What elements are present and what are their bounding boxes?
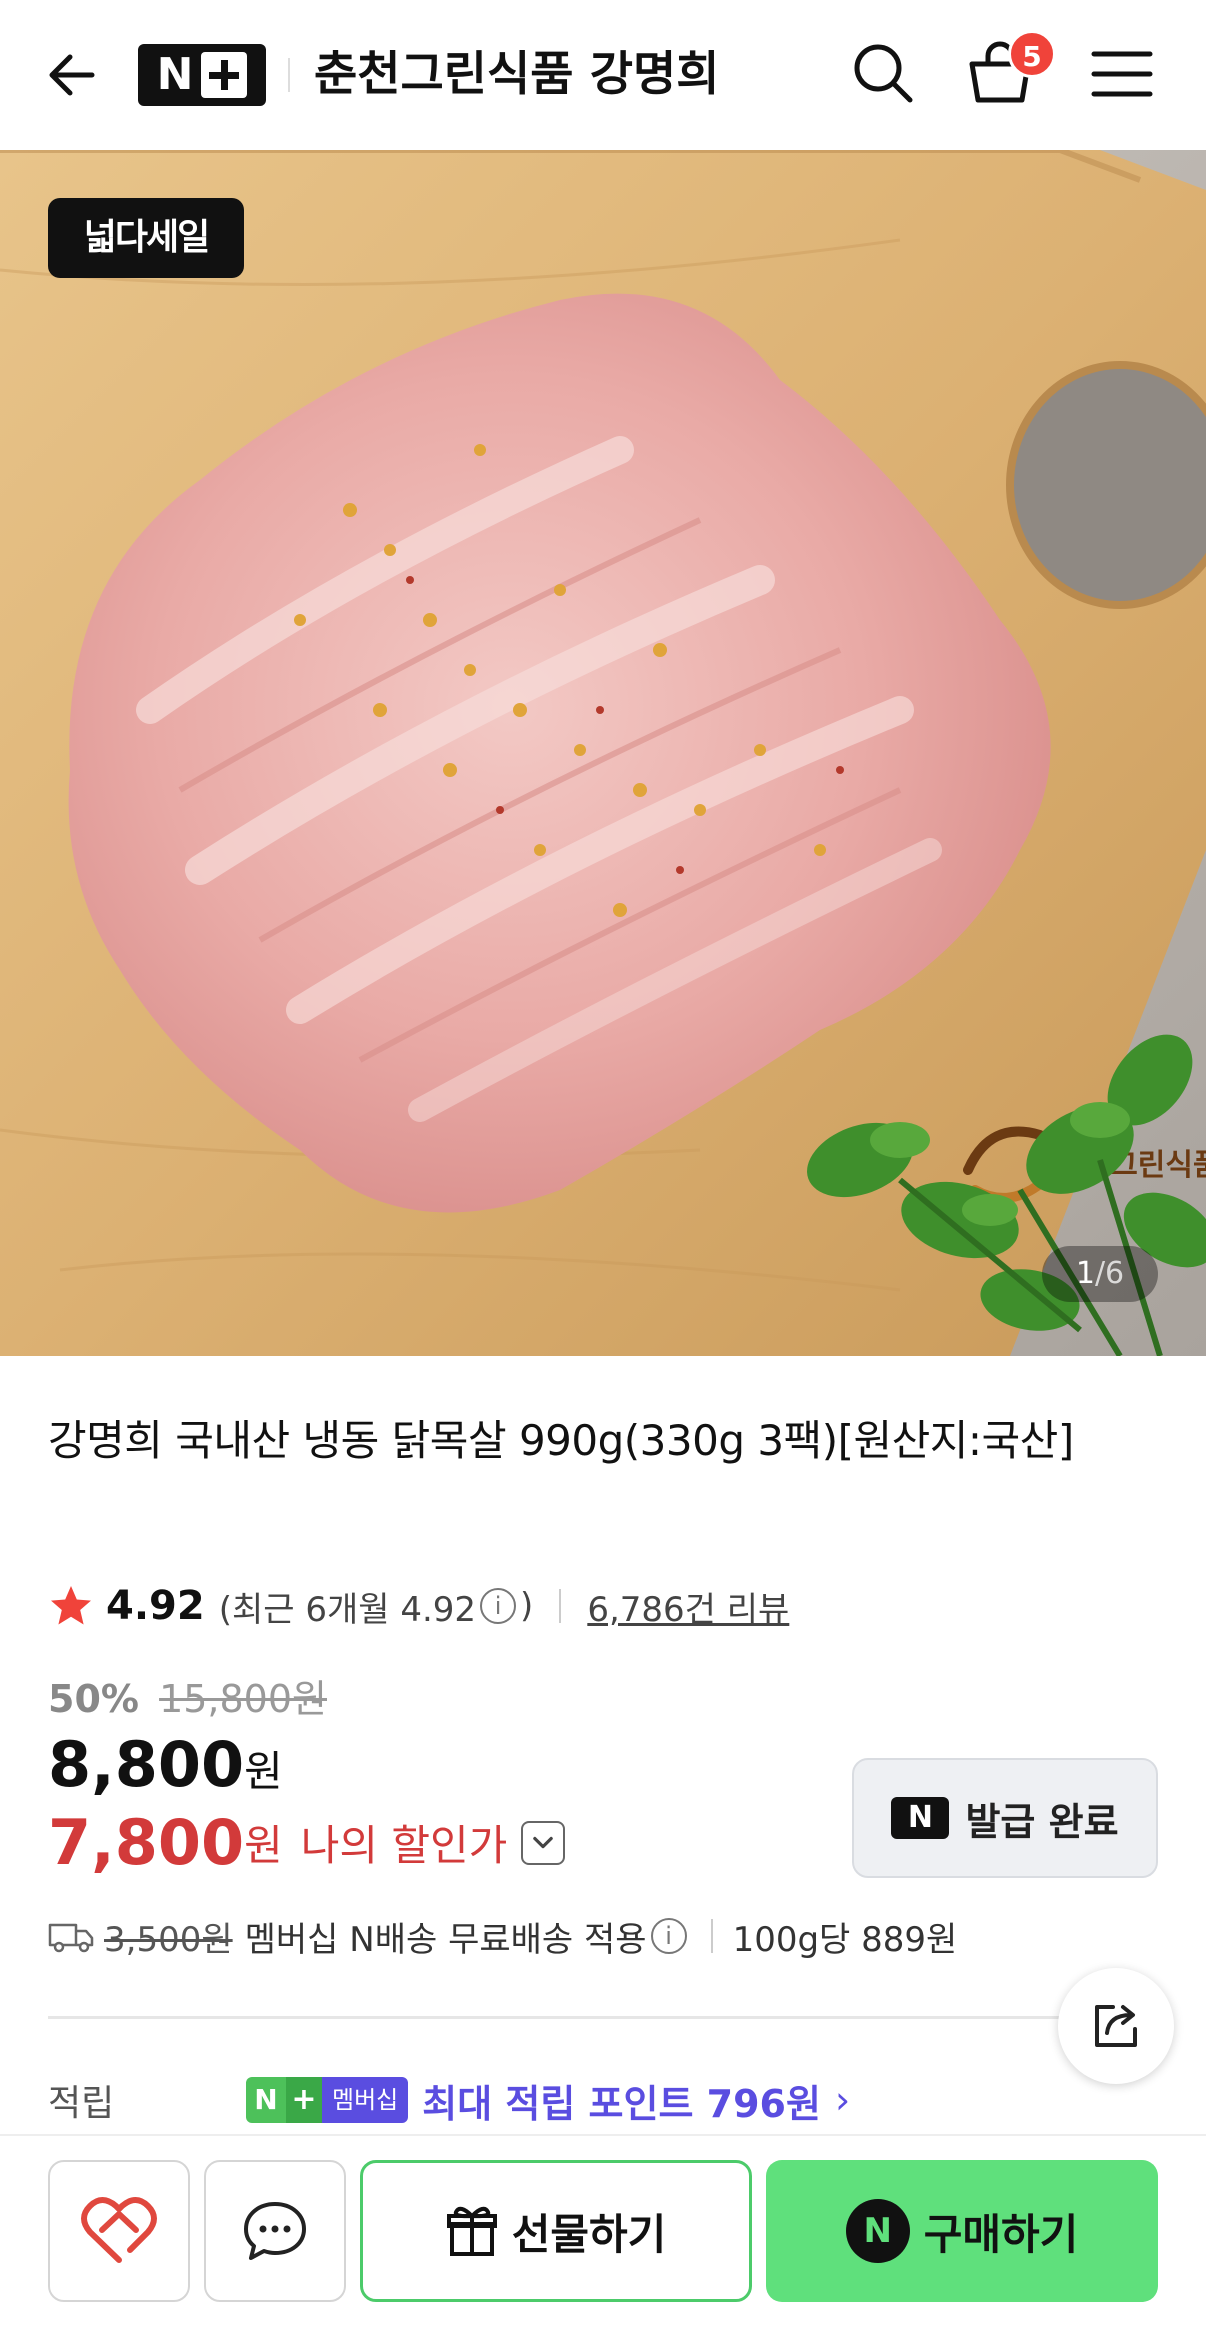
coupon-issued-button[interactable]: N 발급 완료 [852,1758,1158,1878]
shipping-row: 3,500원 멤버십 N배송 무료배송 적용 i 100g당 889원 [48,1908,957,1964]
sale-badge: 넓다세일 [48,198,244,278]
product-photo: 춘천그린식품 [0,150,1206,1356]
hamburger-menu-icon[interactable] [1090,44,1154,104]
sale-price-unit: 원 [244,1747,283,1796]
membership-n: N [246,2077,286,2123]
gift-label: 선물하기 [511,2209,667,2259]
buy-label: 구매하기 [923,2209,1079,2259]
gift-button[interactable]: 선물하기 [360,2160,752,2302]
product-image[interactable]: 춘천그린식품 [0,150,1206,1356]
separator [710,1919,713,1953]
cart-count-badge: 5 [1008,30,1056,78]
rating-recent: (최근 6개월 4.92 i ) [219,1582,534,1631]
review-count-link[interactable]: 6,786건 리뷰 [587,1582,789,1631]
discount-row: 50% 15,800원 [48,1668,327,1723]
chat-bubble-icon [244,2202,306,2260]
header-divider [288,58,290,92]
my-price-row: 7,800 원 나의 할인가 [48,1806,566,1879]
pager-total: /6 [1094,1256,1125,1291]
info-icon[interactable]: i [650,1918,687,1954]
points-label: 적립 [48,2083,115,2124]
price-row: 8,800원 [48,1728,283,1801]
store-name[interactable]: 춘천그린식품 강명희 [314,40,720,110]
buy-button[interactable]: N 구매하기 [766,2160,1158,2302]
coupon-label: 발급 완료 [965,1799,1119,1844]
rating-recent-text: (최근 6개월 4.92 [218,1589,477,1630]
membership-plus: + [286,2077,322,2123]
shipping-original-fee: 3,500원 [104,1919,233,1960]
divider [48,2016,1158,2019]
logo-plus-icon [201,52,248,98]
heart-icon [81,2197,157,2263]
membership-badge: N + 멤버십 [246,2077,409,2123]
truck-icon [48,1923,94,1953]
top-header: N 춘천그린식품 강명희 5 [0,0,1206,150]
naver-n-icon: N [891,1797,950,1839]
my-price: 7,800 [48,1806,245,1879]
star-icon [51,1586,91,1625]
sale-price: 8,800 [48,1728,245,1801]
rating-value: 4.92 [106,1583,205,1629]
product-title: 강명희 국내산 냉동 닭목살 990g(330g 3팩)[원산지:국산] [48,1416,1074,1465]
points-row[interactable]: 적립 N + 멤버십 최대 적립 포인트 796원 › [48,2068,850,2132]
unit-price: 100g당 889원 [732,1919,958,1960]
chevron-right-icon: › [834,2078,851,2122]
logo-n: N [156,49,194,100]
original-price: 15,800원 [159,1677,327,1721]
discount-percent: 50% [48,1677,139,1721]
share-button[interactable] [1058,1968,1174,2084]
rating-row: 4.92 (최근 6개월 4.92 i ) 6,786건 리뷰 [48,1576,789,1636]
my-price-unit: 원 [244,1821,283,1870]
shipping-note: 멤버십 N배송 무료배송 적용 [244,1919,647,1960]
max-points-text: 최대 적립 포인트 796원 [422,2081,821,2126]
search-icon[interactable] [848,38,918,108]
gift-icon [446,2206,497,2256]
my-price-label: 나의 할인가 [300,1821,508,1870]
arrow-left-icon[interactable] [40,42,106,108]
naver-n-icon: N [845,2199,910,2263]
separator [559,1589,562,1623]
chevron-down-icon[interactable] [521,1820,566,1865]
share-icon [1095,2005,1137,2047]
wishlist-button[interactable] [48,2160,190,2302]
image-pager: 1/6 [1042,1246,1158,1302]
info-icon[interactable]: i [480,1588,517,1624]
membership-text: 멤버십 [322,2077,409,2123]
naver-plus-logo[interactable]: N [138,44,266,106]
rating-recent-close: ) [520,1586,534,1626]
chat-button[interactable] [204,2160,346,2302]
pager-current: 1 [1075,1256,1095,1291]
